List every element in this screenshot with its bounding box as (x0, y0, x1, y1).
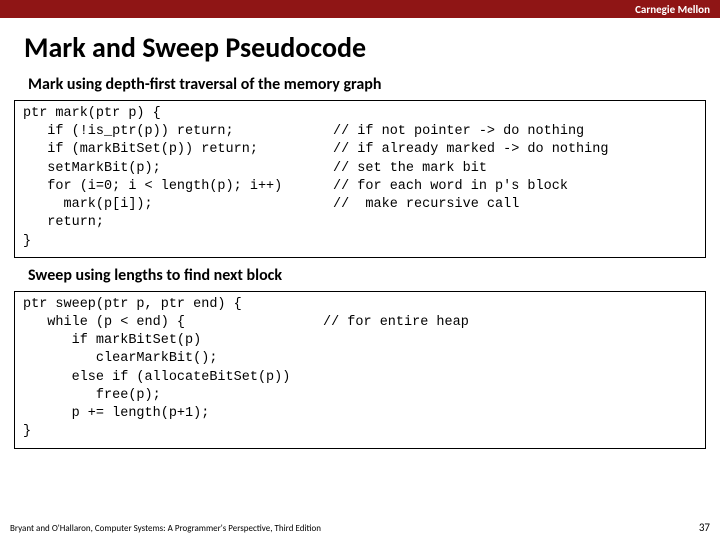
code: } (23, 423, 323, 441)
code-row: mark(p[i]);// make recursive call (23, 196, 697, 214)
comment: // set the mark bit (333, 160, 487, 178)
sweep-heading: Sweep using lengths to find next block (0, 266, 720, 289)
code: clearMarkBit(); (23, 350, 323, 368)
code: p += length(p+1); (23, 405, 323, 423)
code: free(p); (23, 387, 323, 405)
code: if (!is_ptr(p)) return; (23, 123, 333, 141)
code-row: else if (allocateBitSet(p)) (23, 369, 697, 387)
code-row: clearMarkBit(); (23, 350, 697, 368)
comment: // for entire heap (323, 314, 469, 332)
code: ptr mark(ptr p) { (23, 105, 333, 123)
slide: Carnegie Mellon Mark and Sweep Pseudocod… (0, 0, 720, 540)
code: else if (allocateBitSet(p)) (23, 369, 323, 387)
comment: // if already marked -> do nothing (333, 141, 608, 159)
code-row: } (23, 423, 697, 441)
code: } (23, 233, 333, 251)
page-number: 37 (699, 521, 710, 534)
sweep-codebox: ptr sweep(ptr p, ptr end) { while (p < e… (14, 291, 706, 449)
code-row: return; (23, 214, 697, 232)
mark-heading: Mark using depth-first traversal of the … (0, 75, 720, 98)
code-row: while (p < end) {// for entire heap (23, 314, 697, 332)
code-row: if markBitSet(p) (23, 332, 697, 350)
code: return; (23, 214, 333, 232)
comment: // make recursive call (333, 196, 519, 214)
code-row: ptr mark(ptr p) { (23, 105, 697, 123)
code: mark(p[i]); (23, 196, 333, 214)
code: while (p < end) { (23, 314, 323, 332)
mark-codebox: ptr mark(ptr p) { if (!is_ptr(p)) return… (14, 100, 706, 258)
code-row: for (i=0; i < length(p); i++)// for each… (23, 178, 697, 196)
code-row: setMarkBit(p);// set the mark bit (23, 160, 697, 178)
code-row: p += length(p+1); (23, 405, 697, 423)
code: if markBitSet(p) (23, 332, 323, 350)
code: if (markBitSet(p)) return; (23, 141, 333, 159)
code: ptr sweep(ptr p, ptr end) { (23, 296, 323, 314)
code-row: if (!is_ptr(p)) return;// if not pointer… (23, 123, 697, 141)
top-bar: Carnegie Mellon (0, 0, 720, 18)
code-row: ptr sweep(ptr p, ptr end) { (23, 296, 697, 314)
code: setMarkBit(p); (23, 160, 333, 178)
slide-title: Mark and Sweep Pseudocode (0, 18, 720, 75)
footer: Bryant and O'Hallaron, Computer Systems:… (10, 521, 710, 534)
comment: // for each word in p's block (333, 178, 568, 196)
code-row: } (23, 233, 697, 251)
code: for (i=0; i < length(p); i++) (23, 178, 333, 196)
org-label: Carnegie Mellon (635, 3, 710, 16)
comment: // if not pointer -> do nothing (333, 123, 584, 141)
code-row: free(p); (23, 387, 697, 405)
footer-citation: Bryant and O'Hallaron, Computer Systems:… (10, 523, 321, 534)
code-row: if (markBitSet(p)) return;// if already … (23, 141, 697, 159)
